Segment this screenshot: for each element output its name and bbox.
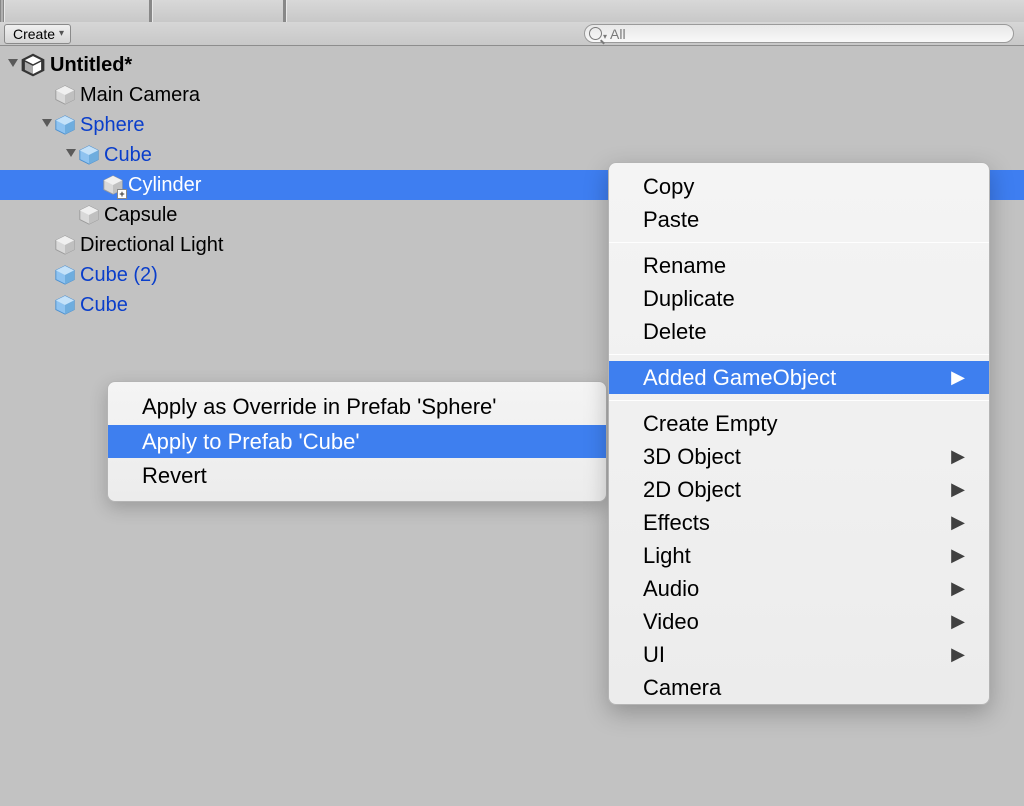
menu-item-label: Light (643, 543, 691, 569)
item-label: Directional Light (80, 234, 223, 257)
prefab-icon (54, 114, 76, 136)
menu-revert[interactable]: Revert (108, 458, 606, 501)
scene-name: Untitled* (50, 54, 132, 77)
item-label: Cylinder (128, 174, 201, 197)
added-gameobject-submenu: Apply as Override in Prefab 'Sphere' App… (107, 381, 607, 502)
prefab-icon (54, 294, 76, 316)
menu-item-label: 3D Object (643, 444, 741, 470)
menu-item-label: Duplicate (643, 286, 735, 312)
menu-duplicate[interactable]: Duplicate (609, 282, 989, 315)
menu-separator (609, 400, 989, 401)
submenu-arrow-icon: ▶ (951, 545, 965, 566)
menu-item-label: 2D Object (643, 477, 741, 503)
menu-light[interactable]: Light ▶ (609, 539, 989, 572)
item-label: Capsule (104, 204, 177, 227)
gameobject-icon (78, 204, 100, 226)
menu-create-empty[interactable]: Create Empty (609, 407, 989, 440)
menu-item-label: Delete (643, 319, 707, 345)
menu-paste[interactable]: Paste (609, 203, 989, 236)
context-menu: Copy Paste Rename Duplicate Delete Added… (608, 162, 990, 705)
hierarchy-item-main-camera[interactable]: Main Camera (0, 80, 1024, 110)
dropdown-arrow-icon: ▾ (59, 28, 64, 39)
submenu-arrow-icon: ▶ (951, 512, 965, 533)
menu-effects[interactable]: Effects ▶ (609, 506, 989, 539)
menu-audio[interactable]: Audio ▶ (609, 572, 989, 605)
menu-apply-override[interactable]: Apply as Override in Prefab 'Sphere' (108, 382, 606, 425)
item-label: Cube (2) (80, 264, 158, 287)
menu-copy[interactable]: Copy (609, 163, 989, 203)
menu-apply-prefab[interactable]: Apply to Prefab 'Cube' (108, 425, 606, 458)
tab-strip (0, 0, 1024, 22)
item-label: Cube (104, 144, 152, 167)
menu-added-gameobject[interactable]: Added GameObject ▶ (609, 361, 989, 394)
menu-item-label: Paste (643, 207, 699, 233)
submenu-arrow-icon: ▶ (951, 446, 965, 467)
search-icon (589, 27, 602, 40)
menu-item-label: Copy (643, 174, 694, 200)
menu-item-label: Video (643, 609, 699, 635)
expand-arrow-icon[interactable] (40, 114, 54, 137)
menu-separator (609, 242, 989, 243)
menu-camera[interactable]: Camera (609, 671, 989, 704)
menu-item-label: Added GameObject (643, 365, 836, 391)
submenu-arrow-icon: ▶ (951, 644, 965, 665)
expand-arrow-icon[interactable] (6, 54, 20, 77)
expand-arrow-icon[interactable] (64, 144, 78, 167)
menu-2d-object[interactable]: 2D Object ▶ (609, 473, 989, 506)
submenu-arrow-icon: ▶ (951, 479, 965, 500)
search-dropdown-icon: ▾ (603, 32, 607, 41)
prefab-icon (54, 264, 76, 286)
scene-row[interactable]: Untitled* (0, 50, 1024, 80)
menu-delete[interactable]: Delete (609, 315, 989, 348)
menu-item-label: Apply to Prefab 'Cube' (142, 429, 360, 455)
prefab-icon (78, 144, 100, 166)
menu-item-label: Audio (643, 576, 699, 602)
hierarchy-toolbar: Create ▾ ▾ All (0, 22, 1024, 46)
item-label: Sphere (80, 114, 145, 137)
hierarchy-item-sphere[interactable]: Sphere (0, 110, 1024, 140)
menu-item-label: UI (643, 642, 665, 668)
unity-scene-icon (20, 52, 46, 78)
menu-item-label: Rename (643, 253, 726, 279)
submenu-arrow-icon: ▶ (951, 578, 965, 599)
menu-rename[interactable]: Rename (609, 249, 989, 282)
create-button[interactable]: Create ▾ (4, 24, 71, 44)
item-label: Cube (80, 294, 128, 317)
menu-item-label: Create Empty (643, 411, 778, 437)
submenu-arrow-icon: ▶ (951, 611, 965, 632)
search-text: All (610, 26, 626, 42)
menu-ui[interactable]: UI ▶ (609, 638, 989, 671)
menu-item-label: Effects (643, 510, 710, 536)
gameobject-added-icon: + (102, 174, 124, 196)
menu-item-label: Revert (142, 463, 207, 489)
gameobject-icon (54, 234, 76, 256)
plus-overlay-icon: + (117, 189, 127, 199)
menu-separator (609, 354, 989, 355)
gameobject-icon (54, 84, 76, 106)
menu-video[interactable]: Video ▶ (609, 605, 989, 638)
item-label: Main Camera (80, 84, 200, 107)
create-button-label: Create (13, 26, 55, 42)
search-input[interactable]: ▾ All (584, 24, 1014, 43)
menu-3d-object[interactable]: 3D Object ▶ (609, 440, 989, 473)
menu-item-label: Apply as Override in Prefab 'Sphere' (142, 394, 496, 420)
menu-item-label: Camera (643, 675, 721, 701)
submenu-arrow-icon: ▶ (951, 367, 965, 388)
